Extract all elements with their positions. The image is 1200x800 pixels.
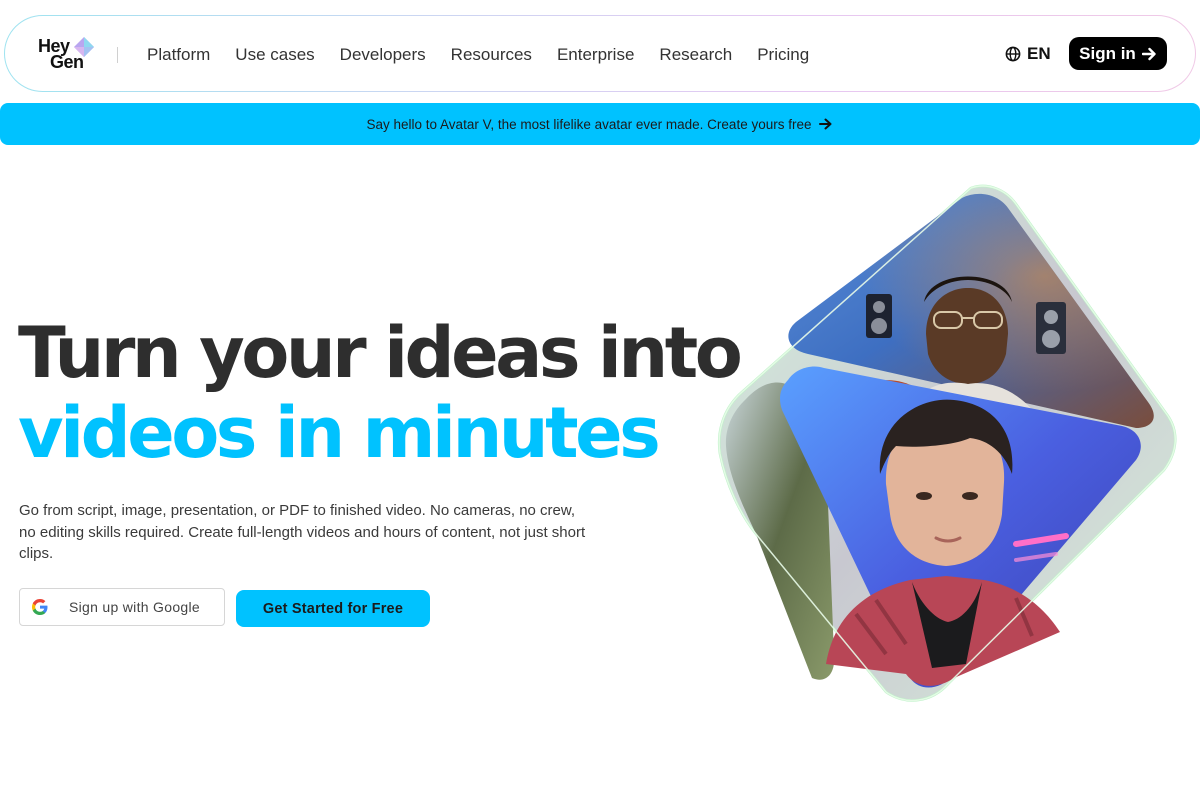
nav-link-platform[interactable]: Platform [147, 45, 210, 65]
nav-link-pricing[interactable]: Pricing [757, 45, 809, 65]
hero-headline-line-1: Turn your ideas into [18, 312, 743, 394]
top-navbar: Hey Gen Platform Use cases Developers Re… [4, 15, 1196, 92]
sign-in-label: Sign in [1079, 43, 1136, 63]
nav-link-developers[interactable]: Developers [340, 45, 426, 65]
google-icon [32, 599, 48, 615]
nav-link-research[interactable]: Research [659, 45, 732, 65]
google-signup-label: Sign up with Google [69, 599, 201, 615]
language-label: EN [1027, 44, 1051, 63]
hero-avatar-prism-visual [717, 184, 1177, 702]
arrow-right-icon [1141, 47, 1156, 60]
logo-gem-icon [74, 37, 94, 57]
get-started-label: Get Started for Free [262, 600, 404, 617]
announcement-banner[interactable]: Say hello to Avatar V, the most lifelike… [0, 103, 1200, 145]
nav-link-resources[interactable]: Resources [451, 45, 532, 65]
language-selector[interactable]: EN [1005, 44, 1051, 64]
banner-text: Say hello to Avatar V, the most lifelike… [366, 116, 812, 132]
hero-subtext: Go from script, image, presentation, or … [19, 502, 586, 562]
sign-in-button[interactable]: Sign in [1069, 37, 1167, 70]
heygen-logo[interactable]: Hey Gen [36, 36, 100, 76]
hero-headline: Turn your ideas into videos in minutes [18, 312, 743, 474]
nav-link-enterprise[interactable]: Enterprise [557, 45, 634, 65]
nav-divider [117, 47, 118, 63]
arrow-right-icon [819, 118, 832, 130]
hero-headline-line-2: videos in minutes [18, 392, 661, 474]
get-started-button[interactable]: Get Started for Free [236, 590, 430, 627]
google-signup-button[interactable]: Sign up with Google [19, 588, 225, 626]
globe-icon [1005, 46, 1021, 62]
primary-nav: Platform Use cases Developers Resources … [147, 16, 834, 93]
nav-link-use-cases[interactable]: Use cases [235, 45, 314, 65]
